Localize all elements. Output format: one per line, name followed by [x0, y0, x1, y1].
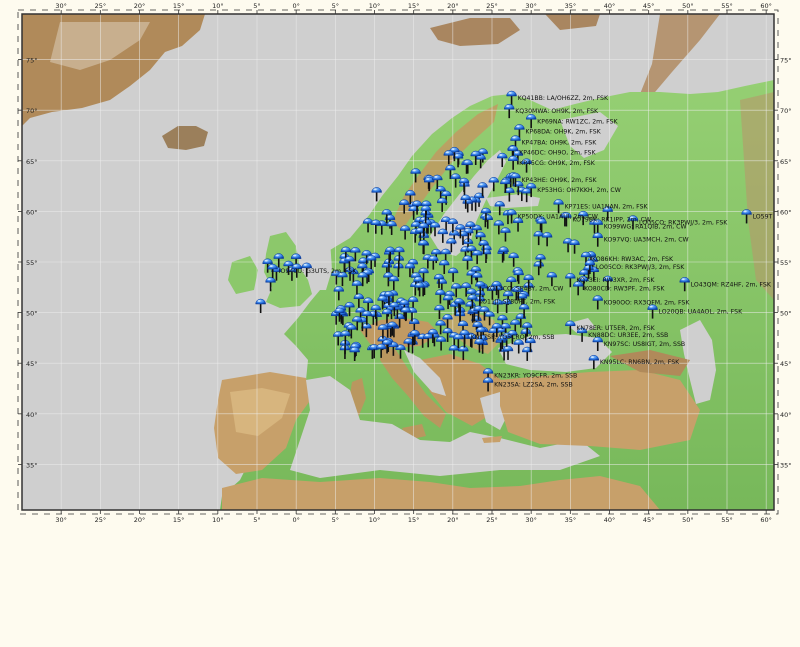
lon-tick-label-bottom: 10° [369, 516, 381, 524]
lon-tick-label-bottom: 55° [721, 516, 733, 524]
station-label: KP53HG: OH7KKH, 2m, CW [537, 187, 621, 194]
lat-tick-label-right: 50° [780, 310, 792, 318]
lat-tick-label-left: 65° [26, 158, 38, 166]
station-label: KO90OO: RX3QFM, 2m, FSK [604, 299, 691, 306]
station-label: KN95LC: RN6BN, 2m, FSK [600, 359, 680, 366]
station-label: KO97VQ: UA3MCH, 2m, CW [604, 237, 689, 244]
station-label: KP68DA: OH9K, 2m, FSK [525, 128, 601, 135]
lat-tick-label-left: 40° [26, 411, 38, 419]
lon-tick-label-top: 25° [95, 2, 107, 10]
station-label: LO05CO: RK3PWJ/3, 2m, FSK [596, 264, 685, 271]
lon-tick-label-bottom: 30° [55, 516, 67, 524]
station-label: KN88DC: UR3EE, 2m, SSB [588, 332, 668, 339]
lat-tick-label-right: 35° [780, 461, 792, 469]
lon-tick-label-top: 25° [486, 2, 498, 10]
lon-tick-label-bottom: 10° [212, 516, 224, 524]
lon-tick-label-top: 0° [292, 2, 299, 10]
lon-tick-label-top: 20° [447, 2, 459, 10]
lat-tick-label-left: 70° [26, 107, 38, 115]
lat-tick-label-right: 55° [780, 259, 792, 267]
station-label: KP69NA: RW1ZC, 2m, FSK [537, 118, 618, 125]
lat-tick-label-right: 40° [780, 411, 792, 419]
station-label: KO86KH: RW3AC, 2m, FSK [592, 256, 674, 263]
lon-tick-label-top: 60° [760, 2, 772, 10]
lon-tick-label-top: 35° [565, 2, 577, 10]
station-label: LO20QB: UA4AOL, 2m, FSK [659, 309, 743, 316]
station-label: KQ30MWA: OH9K, 2m, FSK [515, 108, 599, 115]
lon-tick-label-bottom: 25° [486, 516, 498, 524]
station-label: KP71ES: UA1NAN, 2m, FSK [565, 203, 649, 210]
lon-tick-label-bottom: 20° [447, 516, 459, 524]
lon-tick-label-bottom: 40° [604, 516, 616, 524]
station-label: KO73EI: RW3XR, 2m, FSK [576, 277, 655, 284]
europe-map[interactable]: 30° 30° 25° 25° 20° 20° 15° 15° 10° 10° 5° 5° 0° 0° 5°… [0, 0, 800, 643]
lon-tick-label-top: 55° [721, 2, 733, 10]
lon-tick-label-top: 45° [643, 2, 655, 10]
lon-tick-label-bottom: 35° [565, 516, 577, 524]
lon-tick-label-top: 50° [682, 2, 694, 10]
lon-tick-label-top: 5° [332, 2, 339, 10]
lon-tick-label-bottom: 15° [173, 516, 185, 524]
station-label: LO59T [753, 213, 773, 220]
station-label: KP43HE: OH9K, 2m, FSK [522, 177, 598, 184]
lon-tick-label-top: 15° [173, 2, 185, 10]
lat-tick-label-left: 55° [26, 259, 38, 267]
station-label: KO80CD: RW3PF, 2m, FSK [584, 285, 665, 292]
lat-tick-label-left: 35° [26, 461, 38, 469]
lon-tick-label-top: 30° [525, 2, 537, 10]
lon-tick-label-bottom: 45° [643, 516, 655, 524]
lon-tick-label-top: 30° [55, 2, 67, 10]
lon-tick-label-top: 20° [134, 2, 146, 10]
lon-tick-label-bottom: 25° [95, 516, 107, 524]
lon-tick-label-top: 40° [604, 2, 616, 10]
station-label: LO43QM: RZ4HF, 2m, FSK [691, 281, 772, 288]
lat-tick-label-left: 50° [26, 310, 38, 318]
lon-tick-label-bottom: 0° [292, 516, 299, 524]
station-label: KN23SA: LZ2SA, 2m, SSB [494, 381, 573, 388]
station-label: IO94CU: G3UTS, 2m, FSK [279, 268, 358, 275]
station-label: KN78ER: UT5ER, 2m, FSK [576, 325, 655, 332]
lat-tick-label-left: 45° [26, 360, 38, 368]
station-label: KP47BA: OH9K, 2m, FSK [522, 140, 598, 147]
lon-tick-label-bottom: 15° [408, 516, 420, 524]
station-label: KP46DC: OH9O, 2m, FSK [519, 150, 596, 157]
lat-tick-label-right: 65° [780, 158, 792, 166]
station-label: KO13CO: SP4BY, 2m, CW [486, 285, 563, 292]
station-label: KQ41BB: LA/OH6ZZ, 2m, FSK [518, 95, 609, 102]
station-label: KN17SP: YO5CRQ, 2m, SSB [471, 334, 555, 341]
lon-tick-label-bottom: 30° [525, 516, 537, 524]
station-label: KP45CG: OH9K, 2m, FSK [519, 160, 596, 167]
lat-tick-label-right: 60° [780, 208, 792, 216]
map-root: 30° 30° 25° 25° 20° 20° 15° 15° 10° 10° 5° 5° 0° 0° 5°… [0, 0, 800, 643]
station-label: KN23KR: YO9CFR, 2m, SSB [494, 372, 577, 379]
lon-tick-label-top: 10° [212, 2, 224, 10]
station-label: LO05CO: RK3PWJ/3, 2m, FSK [639, 220, 728, 227]
lat-tick-label-left: 60° [26, 208, 38, 216]
lon-tick-label-bottom: 20° [134, 516, 146, 524]
lon-tick-label-bottom: 60° [760, 516, 772, 524]
lon-tick-label-top: 5° [253, 2, 260, 10]
lat-tick-label-right: 70° [780, 107, 792, 115]
lat-tick-label-right: 75° [780, 57, 792, 65]
lon-tick-label-bottom: 5° [332, 516, 339, 524]
lon-tick-label-top: 10° [369, 2, 381, 10]
lon-tick-label-bottom: 50° [682, 516, 694, 524]
station-label: KN97SC: US8IGT, 2m, SSB [604, 341, 685, 348]
station-label: KO11JI: SP8UFT, 2m, FSK [478, 298, 556, 305]
lat-tick-label-left: 75° [26, 57, 38, 65]
lat-tick-label-right: 45° [780, 360, 792, 368]
lon-tick-label-top: 15° [408, 2, 420, 10]
lon-tick-label-bottom: 5° [253, 516, 260, 524]
